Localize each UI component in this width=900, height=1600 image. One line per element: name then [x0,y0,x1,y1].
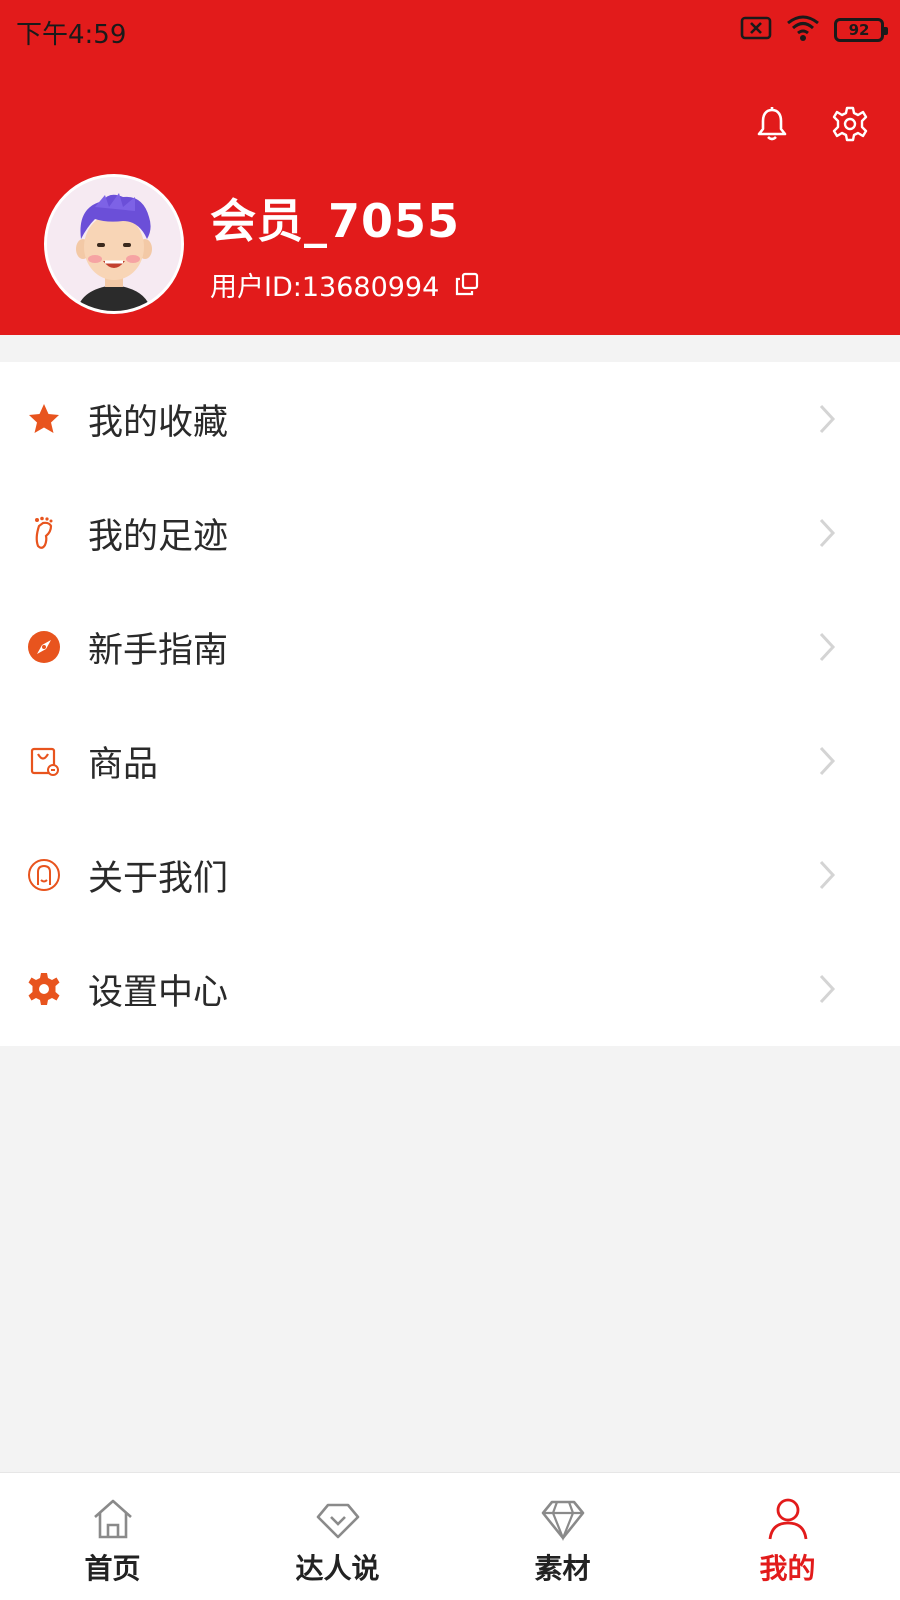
nav-label: 我的 [759,1552,816,1585]
nav-label: 达人说 [295,1552,380,1585]
gear-icon [26,971,62,1007]
menu-list: 我的收藏 我的足迹 新手指南 商品 关于我们 设置中心 [0,362,900,1046]
user-id: 用户ID:13680994 [210,271,440,303]
menu-item-about[interactable]: 关于我们 [0,818,900,932]
avatar[interactable] [44,174,184,314]
talk-icon [316,1503,359,1539]
star-icon [26,401,62,437]
footprint-icon [26,515,62,551]
gear-icon [832,106,868,142]
nav-label: 首页 [84,1552,141,1585]
chevron-right-icon [819,518,836,548]
user-circle-icon [26,857,62,893]
nickname: 会员_7055 [210,193,461,248]
nav-mine[interactable]: 我的 [675,1473,900,1600]
user-id-row: 用户ID:13680994 [210,265,479,304]
battery-icon: 92 [834,18,888,42]
chevron-right-icon [819,632,836,662]
menu-item-label: 新手指南 [88,630,229,671]
menu-item-label: 商品 [88,744,159,785]
sim-off-icon [740,15,772,45]
nav-materials[interactable]: 素材 [450,1473,675,1600]
chevron-right-icon [819,746,836,776]
person-icon [768,1498,807,1540]
chevron-right-icon [819,404,836,434]
menu-item-label: 我的足迹 [88,516,229,557]
menu-item-label: 关于我们 [88,858,229,899]
nav-talent[interactable]: 达人说 [225,1473,450,1600]
profile-header: 下午4:59 92 会员_7055 用户ID:13680994 [0,0,900,335]
profile-block: 会员_7055 用户ID:13680994 [44,174,479,314]
menu-item-settings[interactable]: 设置中心 [0,932,900,1046]
menu-item-label: 设置中心 [88,972,229,1013]
bottom-nav: 首页 达人说 素材 我的 [0,1472,900,1600]
menu-item-guide[interactable]: 新手指南 [0,590,900,704]
notification-bell-button[interactable] [752,104,792,144]
menu-item-label: 我的收藏 [88,402,229,443]
bell-icon [757,107,787,141]
menu-item-favorites[interactable]: 我的收藏 [0,362,900,476]
menu-item-products[interactable]: 商品 [0,704,900,818]
menu-item-footprints[interactable]: 我的足迹 [0,476,900,590]
chevron-right-icon [819,974,836,1004]
status-icons: 92 [740,14,888,46]
home-icon [93,1499,132,1539]
diamond-icon [541,1500,584,1541]
status-bar: 下午4:59 92 [0,0,900,60]
chevron-right-icon [819,860,836,890]
header-actions [752,104,870,144]
compass-icon [26,629,62,665]
copy-icon[interactable] [455,272,479,296]
wifi-icon [786,14,820,46]
nav-home[interactable]: 首页 [0,1473,225,1600]
nav-label: 素材 [534,1552,591,1585]
status-time: 下午4:59 [16,20,127,50]
profile-info: 会员_7055 用户ID:13680994 [210,185,479,304]
settings-button[interactable] [830,104,870,144]
shopping-bag-icon [26,743,62,779]
